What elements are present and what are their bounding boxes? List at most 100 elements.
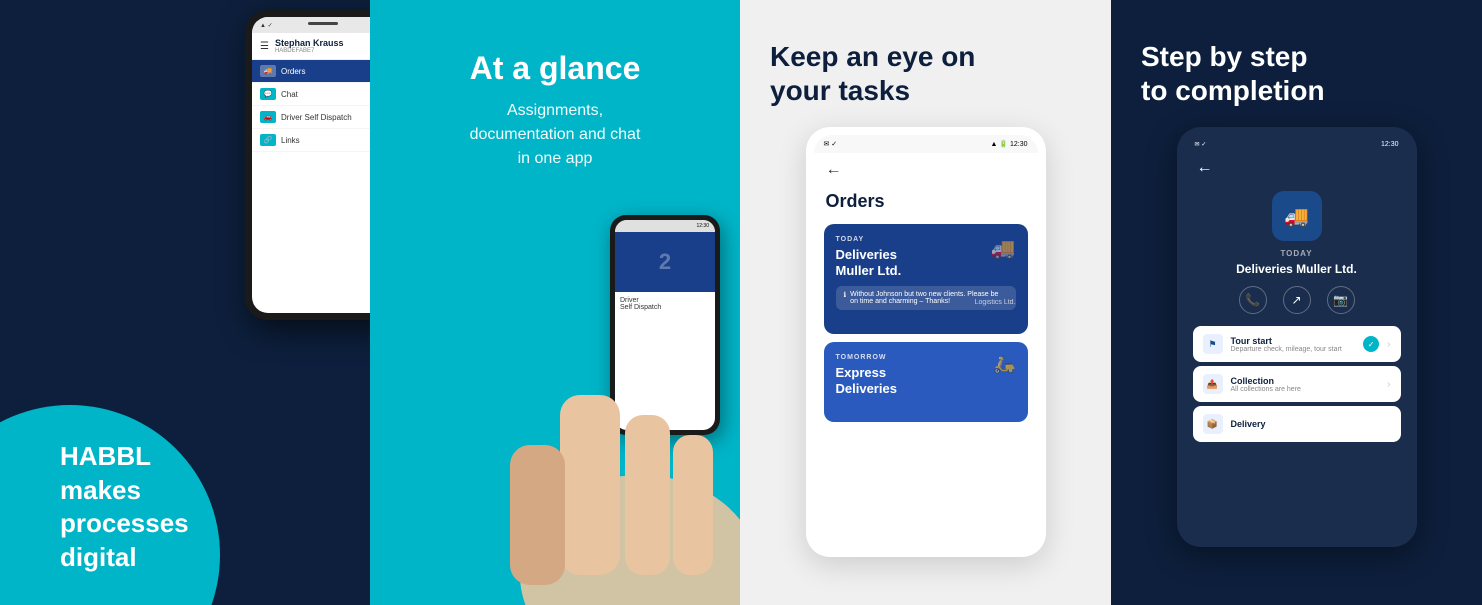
today-title-2: Muller Ltd. bbox=[836, 263, 902, 278]
menu-item-chat[interactable]: 💬 Chat bbox=[252, 83, 370, 106]
orders-heading: Orders bbox=[814, 187, 1038, 224]
links-label: Links bbox=[281, 136, 300, 145]
panel3-title-line1: Keep an eye on bbox=[770, 41, 975, 72]
mini-status: 12:30 bbox=[615, 220, 715, 232]
phone-screen-3: ✉ ✓ ▲ 🔋 12:30 ← Orders TODAY Deliveries … bbox=[814, 135, 1038, 549]
phone-screen-4: ✉ ✓ 12:30 ← 🚚 TODAY Deliveries Muller Lt… bbox=[1185, 135, 1409, 539]
tour-start-content: Tour start Departure check, mileage, tou… bbox=[1231, 336, 1356, 353]
panel4-title-line2: to completion bbox=[1141, 75, 1325, 106]
phone-mockup-panel1: ▲ ✓ 12:30 ☰ Stephan Krauss HABDEFABE7 🚚 … bbox=[245, 10, 370, 320]
tomorrow-label: TOMORROW bbox=[836, 354, 1016, 361]
tagline-line2: makes bbox=[60, 474, 189, 508]
check-icon: ✓ bbox=[1363, 336, 1379, 352]
panel2-subtitle: Assignments, documentation and chat in o… bbox=[470, 99, 641, 171]
action-buttons-row: 📞 ↗ 📷 bbox=[1185, 286, 1409, 314]
panel-3-orders: Keep an eye on your tasks ✉ ✓ ▲ 🔋 12:30 … bbox=[740, 0, 1111, 605]
tagline-line4: digital bbox=[60, 541, 189, 575]
chat-icon: 💬 bbox=[260, 88, 276, 100]
collection-icon: 📤 bbox=[1203, 374, 1223, 394]
subtitle-line3: in one app bbox=[518, 150, 593, 167]
phone-mockup-panel3: ✉ ✓ ▲ 🔋 12:30 ← Orders TODAY Deliveries … bbox=[806, 127, 1046, 557]
phone-device: ▲ ✓ 12:30 ☰ Stephan Krauss HABDEFABE7 🚚 … bbox=[245, 10, 370, 320]
hand-phone-illustration: 12:30 2 DriverSelf Dispatch bbox=[440, 185, 740, 605]
app-icon-glyph: 🚚 bbox=[1284, 204, 1309, 229]
today-label: TODAY bbox=[836, 236, 1016, 243]
menu-item-links[interactable]: 🔗 Links bbox=[252, 129, 370, 152]
tomorrow-title-1: Express bbox=[836, 365, 887, 380]
tagline-line1: HABBL bbox=[60, 440, 189, 474]
delivery-icon-tomorrow: 🛵 bbox=[993, 354, 1015, 375]
back-arrow-4: ← bbox=[1197, 159, 1213, 176]
call-button[interactable]: 📞 bbox=[1239, 286, 1267, 314]
panel1-tagline: HABBL makes processes digital bbox=[60, 440, 189, 575]
phone-topbar: ☰ Stephan Krauss HABDEFABE7 bbox=[252, 33, 370, 60]
external-link-icon: ↗ bbox=[1291, 293, 1301, 307]
company-name: Logistics Ltd. bbox=[975, 299, 1016, 306]
arrow-icon-1: › bbox=[1387, 339, 1390, 350]
today-title-1: Deliveries bbox=[836, 247, 897, 262]
menu-item-driver[interactable]: 🚗 Driver Self Dispatch bbox=[252, 106, 370, 129]
phone-status-bar: ▲ ✓ 12:30 bbox=[252, 17, 370, 33]
orders-icon: 🚚 bbox=[260, 65, 276, 77]
tomorrow-title-2: Deliveries bbox=[836, 381, 897, 396]
status-bar-4: ✉ ✓ 12:30 bbox=[1185, 135, 1409, 153]
p4-delivery-title: Deliveries Muller Ltd. bbox=[1185, 262, 1409, 276]
list-item-delivery[interactable]: 📦 Delivery bbox=[1193, 406, 1401, 442]
user-name: Stephan Krauss bbox=[275, 38, 344, 48]
driver-label: Driver Self Dispatch bbox=[281, 113, 352, 122]
app-icon-4: 🚚 bbox=[1272, 191, 1322, 241]
hand-svg bbox=[480, 295, 740, 605]
mini-screen-content: 2 bbox=[615, 232, 715, 292]
user-id: HABDEFABE7 bbox=[275, 48, 344, 54]
order-card-tomorrow[interactable]: TOMORROW Express Deliveries 🛵 bbox=[824, 342, 1028, 422]
tour-start-subtitle: Departure check, mileage, tour start bbox=[1231, 346, 1356, 353]
panel3-title: Keep an eye on your tasks bbox=[770, 40, 975, 107]
tagline-line3: processes bbox=[60, 507, 189, 541]
camera-icon: 📷 bbox=[1333, 293, 1348, 307]
habbl-logo: HABBL bbox=[16, 0, 47, 605]
collection-content: Collection All collections are here bbox=[1231, 376, 1380, 393]
panel4-title: Step by step to completion bbox=[1141, 40, 1325, 107]
delivery-icon: 📦 bbox=[1203, 414, 1223, 434]
panel-1-habbl-intro: HABBL ▲ ✓ 12:30 ☰ Stephan Krauss HABDEFA… bbox=[0, 0, 370, 605]
hamburger-icon: ☰ bbox=[260, 41, 269, 52]
phone-icon: 📞 bbox=[1245, 293, 1260, 307]
links-icon: 🔗 bbox=[260, 134, 276, 146]
signal-icon: ▲ ✓ bbox=[260, 22, 273, 29]
phone-screen: ▲ ✓ 12:30 ☰ Stephan Krauss HABDEFABE7 🚚 … bbox=[252, 17, 370, 313]
delivery-content: Delivery bbox=[1231, 419, 1391, 429]
phone-mockup-panel4: ✉ ✓ 12:30 ← 🚚 TODAY Deliveries Muller Lt… bbox=[1177, 127, 1417, 547]
p4-today-label: TODAY bbox=[1185, 249, 1409, 258]
list-item-collection[interactable]: 📤 Collection All collections are here › bbox=[1193, 366, 1401, 402]
delivery-title-item: Delivery bbox=[1231, 419, 1391, 429]
driver-icon: 🚗 bbox=[260, 111, 276, 123]
panel-4-completion: Step by step to completion ✉ ✓ 12:30 ← 🚚… bbox=[1111, 0, 1482, 605]
info-icon: ℹ bbox=[844, 291, 847, 299]
chat-label: Chat bbox=[281, 90, 298, 99]
camera-button[interactable]: 📷 bbox=[1327, 286, 1355, 314]
collection-title: Collection bbox=[1231, 376, 1380, 386]
number-display: 2 bbox=[659, 249, 671, 275]
back-button-3[interactable]: ← bbox=[814, 153, 1038, 187]
hand-shape bbox=[480, 295, 740, 605]
subtitle-line1: Assignments, bbox=[507, 102, 603, 119]
status-bar-3: ✉ ✓ ▲ 🔋 12:30 bbox=[814, 135, 1038, 153]
today-title: Deliveries Muller Ltd. bbox=[836, 247, 1016, 278]
back-button-4[interactable]: ← bbox=[1185, 153, 1409, 183]
arrow-icon-2: › bbox=[1387, 379, 1390, 390]
order-card-today[interactable]: TODAY Deliveries Muller Ltd. 🚚 Logistics… bbox=[824, 224, 1028, 334]
delivery-icon-today: 🚚 bbox=[991, 236, 1016, 261]
list-item-tour-start[interactable]: ⚑ Tour start Departure check, mileage, t… bbox=[1193, 326, 1401, 362]
menu-item-orders[interactable]: 🚚 Orders bbox=[252, 60, 370, 83]
tomorrow-title: Express Deliveries bbox=[836, 365, 1016, 396]
collection-subtitle: All collections are here bbox=[1231, 386, 1380, 393]
panel4-title-line1: Step by step bbox=[1141, 41, 1307, 72]
envelope-icon-4: ✉ ✓ bbox=[1195, 141, 1207, 148]
tour-start-icon: ⚑ bbox=[1203, 334, 1223, 354]
tour-start-title: Tour start bbox=[1231, 336, 1356, 346]
envelope-icon: ✉ ✓ bbox=[824, 140, 838, 148]
external-link-button[interactable]: ↗ bbox=[1283, 286, 1311, 314]
time-3: ▲ 🔋 12:30 bbox=[990, 140, 1027, 148]
panel2-title: At a glance bbox=[470, 50, 641, 87]
subtitle-line2: documentation and chat bbox=[470, 126, 641, 143]
